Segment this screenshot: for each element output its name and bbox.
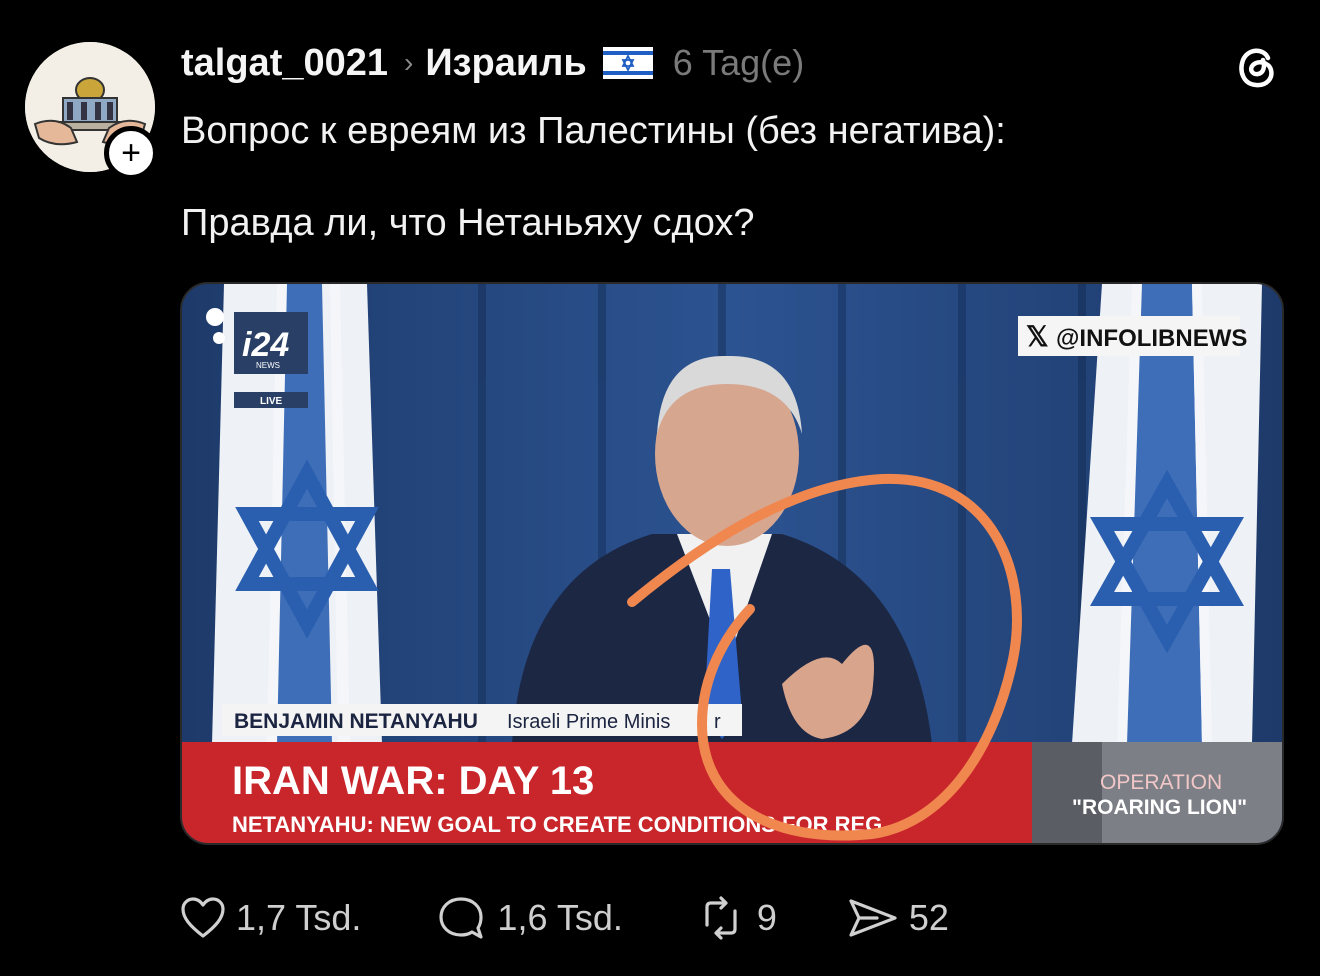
svg-text:@INFOLIBNEWS: @INFOLIBNEWS <box>1056 325 1247 352</box>
repost-button[interactable]: 9 <box>695 895 777 941</box>
svg-text:LIVE: LIVE <box>260 396 283 407</box>
svg-text:𝕏: 𝕏 <box>1026 321 1049 352</box>
like-count: 1,7 Tsd. <box>236 897 362 938</box>
share-button[interactable]: 52 <box>847 895 949 941</box>
send-icon <box>849 899 897 937</box>
author-username[interactable]: talgat_0021 <box>181 42 388 85</box>
svg-text:OPERATION: OPERATION <box>1100 771 1222 794</box>
svg-text:Israeli Prime Minis: Israeli Prime Minis <box>507 711 670 733</box>
svg-text:BENJAMIN NETANYAHU: BENJAMIN NETANYAHU <box>234 710 478 733</box>
watermark: 𝕏 @INFOLIBNEWS <box>1018 316 1247 356</box>
svg-text:IRAN WAR: DAY 13: IRAN WAR: DAY 13 <box>232 759 594 803</box>
repost-count: 9 <box>756 897 777 938</box>
post-media[interactable]: i24 NEWS LIVE 𝕏 @INFOLIBNEWS BENJAMIN NE… <box>180 282 1284 845</box>
svg-text:"ROARING LION": "ROARING LION" <box>1072 796 1247 819</box>
svg-text:i24: i24 <box>242 326 289 364</box>
post-time: 6 Tag(e) <box>672 42 805 83</box>
repost-icon <box>705 896 737 940</box>
share-count: 52 <box>908 897 949 938</box>
svg-text:r: r <box>714 711 721 733</box>
post-text-line-2: Правда ли, что Нетаньяху сдох? <box>181 202 755 244</box>
like-button[interactable]: 1,7 Tsd. <box>180 896 361 940</box>
post-text-line-1: Вопрос к евреям из Палестины (без негати… <box>181 110 1006 152</box>
israel-flag-icon <box>602 47 653 79</box>
follow-button[interactable]: + <box>104 126 158 180</box>
chevron-right-icon: › <box>404 47 414 78</box>
plus-icon: + <box>121 134 141 172</box>
reply-button[interactable]: 1,6 Tsd. <box>437 895 623 941</box>
threads-logo-icon[interactable] <box>1230 40 1282 92</box>
post-header: talgat_0021 › Израиль 6 Tag(e) <box>181 38 804 88</box>
heart-icon <box>181 897 225 938</box>
svg-text:NEWS: NEWS <box>256 361 280 370</box>
media-image: i24 NEWS LIVE 𝕏 @INFOLIBNEWS BENJAMIN NE… <box>182 284 1282 843</box>
reply-count: 1,6 Tsd. <box>497 897 623 938</box>
community-name[interactable]: Израиль <box>425 42 586 85</box>
comment-icon <box>439 897 484 939</box>
action-bar: 1,7 Tsd. 1,6 Tsd. 9 52 <box>180 890 949 946</box>
